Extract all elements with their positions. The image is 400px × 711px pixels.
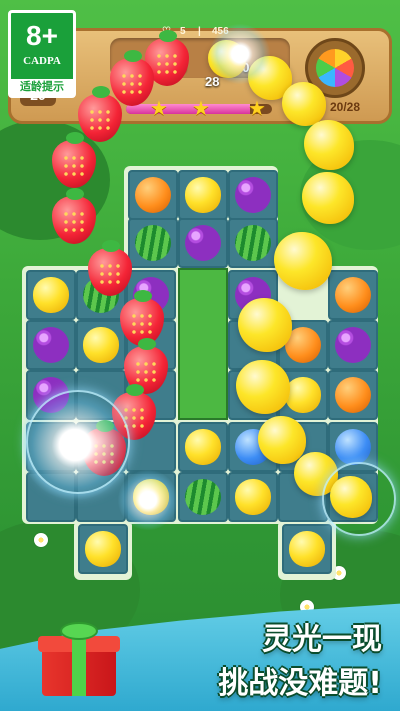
board-cell[interactable] bbox=[328, 270, 378, 320]
board-cell[interactable] bbox=[282, 524, 332, 574]
strawberry bbox=[52, 188, 96, 244]
board-gap bbox=[178, 268, 228, 420]
board-cell[interactable] bbox=[228, 218, 278, 268]
fruit-lemon bbox=[83, 327, 119, 363]
board-cell[interactable] bbox=[328, 320, 378, 370]
lives-count: 5 bbox=[180, 26, 186, 37]
board-cell[interactable] bbox=[128, 218, 178, 268]
fruit-lemon bbox=[235, 479, 271, 515]
star-icon: ★ bbox=[248, 98, 266, 120]
board-cell[interactable] bbox=[178, 422, 228, 472]
star-icon: ★ bbox=[150, 98, 168, 120]
board-cell[interactable] bbox=[76, 320, 126, 370]
flower bbox=[34, 533, 48, 547]
fruit-melon bbox=[135, 225, 171, 261]
board-cell[interactable] bbox=[78, 524, 128, 574]
slogan-line-2: 挑战没难题! bbox=[218, 666, 382, 701]
lemon bbox=[238, 298, 292, 352]
promo-slogan: 灵光一现 挑战没难题! bbox=[182, 618, 382, 706]
fruit-grape bbox=[33, 327, 69, 363]
rating-org: CADPA bbox=[23, 55, 61, 67]
age-rating: 8+ bbox=[26, 20, 58, 51]
fruit-lemon bbox=[185, 177, 221, 213]
fruit-lemon bbox=[33, 277, 69, 313]
age-rating-badge: 8+ CADPA 适龄提示 bbox=[8, 10, 76, 98]
board-cell[interactable] bbox=[26, 320, 76, 370]
lemon bbox=[302, 172, 354, 224]
fruit-grape bbox=[335, 327, 371, 363]
divider: | bbox=[198, 26, 201, 37]
fruit-grape bbox=[235, 177, 271, 213]
lemon bbox=[236, 360, 290, 414]
sparkle-ring bbox=[322, 462, 396, 536]
lemon bbox=[282, 82, 326, 126]
rainbow-icon bbox=[316, 49, 354, 87]
fruit-lemon bbox=[285, 377, 321, 413]
fruit-melon bbox=[185, 479, 221, 515]
board-cell[interactable] bbox=[26, 270, 76, 320]
fruit-lemon bbox=[289, 531, 325, 567]
fruit-blue bbox=[335, 429, 371, 465]
fruit-lemon bbox=[85, 531, 121, 567]
age-hint: 适龄提示 bbox=[11, 79, 73, 95]
gift-ribbon bbox=[72, 636, 86, 696]
lemon bbox=[304, 120, 354, 170]
strawberry bbox=[78, 86, 122, 142]
fruit-lemon bbox=[185, 429, 221, 465]
fruit-orange bbox=[335, 377, 371, 413]
fruit-orange bbox=[335, 277, 371, 313]
lemon bbox=[258, 416, 306, 464]
sparkle-effect bbox=[118, 470, 178, 530]
gift-box[interactable] bbox=[38, 622, 120, 696]
gift-bow bbox=[60, 622, 98, 640]
game-scene: ♡ 5 | 456 20 30 28 30 ★ ★ ★ 20/28 bbox=[0, 0, 400, 711]
fruit-grape bbox=[185, 225, 221, 261]
board-cell[interactable] bbox=[178, 472, 228, 522]
slogan-line-1: 灵光一现 bbox=[262, 622, 382, 657]
fruit-melon bbox=[235, 225, 271, 261]
board-cell[interactable] bbox=[228, 472, 278, 522]
board-cell[interactable] bbox=[128, 170, 178, 220]
board-cell[interactable] bbox=[178, 170, 228, 220]
lemon bbox=[274, 232, 332, 290]
board-cell[interactable] bbox=[328, 370, 378, 420]
star-icon: ★ bbox=[192, 98, 210, 120]
progress-fill bbox=[126, 104, 251, 114]
moves-counter: 20/28 bbox=[329, 100, 361, 114]
board-cell[interactable] bbox=[178, 218, 228, 268]
fruit-orange bbox=[135, 177, 171, 213]
sparkle-ring bbox=[26, 390, 130, 494]
float-score: 28 bbox=[205, 74, 220, 89]
board-cell[interactable] bbox=[228, 170, 278, 220]
sparkle-effect bbox=[210, 24, 270, 84]
